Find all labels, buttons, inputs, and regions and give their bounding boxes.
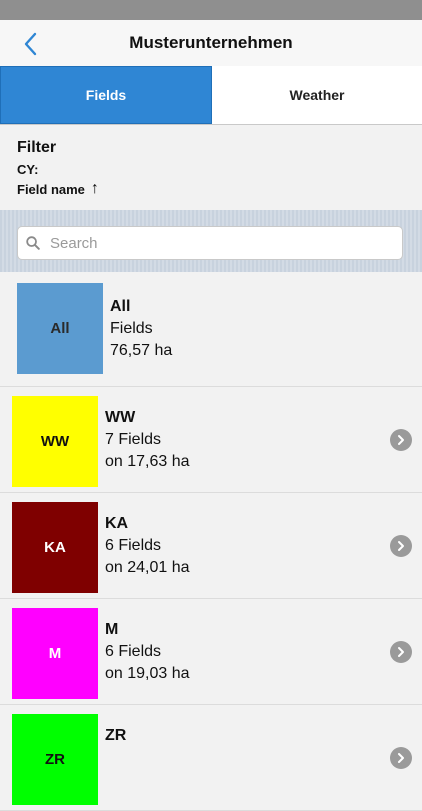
list-item-field-count: Fields bbox=[110, 320, 153, 337]
list-item-code: All bbox=[110, 298, 131, 315]
search-bar bbox=[0, 210, 422, 272]
list-item-texts: WW 7 Fields on 17,63 ha bbox=[105, 407, 190, 473]
list-item-texts: M 6 Fields on 19,03 ha bbox=[105, 619, 190, 685]
list-item-texts: ZR bbox=[105, 725, 126, 747]
list-item-area: on 17,63 ha bbox=[105, 453, 190, 470]
crop-color-swatch: WW bbox=[12, 396, 98, 487]
navigation-bar: Musterunternehmen bbox=[0, 20, 422, 67]
crop-color-swatch: KA bbox=[12, 502, 98, 593]
list-item[interactable]: KA KA 6 Fields on 24,01 ha bbox=[0, 493, 422, 599]
chevron-right-icon bbox=[398, 753, 404, 763]
list-item[interactable]: WW WW 7 Fields on 17,63 ha bbox=[0, 387, 422, 493]
list-item-field-count: 7 Fields bbox=[105, 431, 162, 448]
status-bar bbox=[0, 0, 422, 20]
tab-fields[interactable]: Fields bbox=[0, 66, 212, 124]
list-item-field-count: 6 Fields bbox=[105, 643, 162, 660]
list-item-code: KA bbox=[105, 515, 129, 532]
disclosure-button[interactable] bbox=[390, 429, 412, 451]
chevron-right-icon bbox=[398, 435, 404, 445]
filter-panel[interactable]: Filter CY: Field name ↑ bbox=[0, 125, 422, 210]
chevron-left-icon bbox=[24, 32, 37, 56]
list-item-area: on 19,03 ha bbox=[105, 665, 190, 682]
filter-sort-field-name[interactable]: Field name ↑ bbox=[17, 180, 99, 198]
list-item-code: WW bbox=[105, 409, 136, 426]
segmented-control: Fields Weather bbox=[0, 66, 422, 125]
disclosure-button[interactable] bbox=[390, 641, 412, 663]
search-box[interactable] bbox=[17, 226, 403, 260]
field-group-list: All All Fields 76,57 ha WW WW 7 Fields on 17,63… bbox=[0, 272, 422, 811]
list-item-area: 76,57 ha bbox=[110, 342, 173, 359]
filter-heading: Filter bbox=[17, 139, 57, 156]
list-item[interactable]: MM 6 Fields on 19,03 ha bbox=[0, 599, 422, 705]
list-item-field-count: 6 Fields bbox=[105, 537, 162, 554]
back-button[interactable] bbox=[18, 31, 44, 57]
crop-color-swatch: M bbox=[12, 608, 98, 699]
list-item[interactable]: All All Fields 76,57 ha bbox=[0, 272, 422, 387]
list-item[interactable]: ZR ZR bbox=[0, 705, 422, 811]
search-input[interactable] bbox=[48, 233, 372, 253]
crop-color-swatch: All bbox=[17, 283, 103, 374]
list-item-code: M bbox=[105, 621, 119, 638]
disclosure-button[interactable] bbox=[390, 747, 412, 769]
chevron-right-icon bbox=[398, 541, 404, 551]
sort-arrow-up-icon: ↑ bbox=[90, 180, 99, 197]
list-item-texts: KA 6 Fields on 24,01 ha bbox=[105, 513, 190, 579]
disclosure-button[interactable] bbox=[390, 535, 412, 557]
list-item-area: on 24,01 ha bbox=[105, 559, 190, 576]
page-title: Musterunternehmen bbox=[129, 33, 293, 52]
crop-color-swatch: ZR bbox=[12, 714, 98, 805]
filter-cy-label: CY: bbox=[17, 162, 39, 177]
search-icon bbox=[26, 236, 40, 250]
list-item-texts: All Fields 76,57 ha bbox=[110, 296, 172, 362]
tab-weather[interactable]: Weather bbox=[212, 66, 422, 124]
filter-field-name-label: Field name bbox=[17, 181, 85, 197]
chevron-right-icon bbox=[398, 647, 404, 657]
list-item-code: ZR bbox=[105, 727, 127, 744]
